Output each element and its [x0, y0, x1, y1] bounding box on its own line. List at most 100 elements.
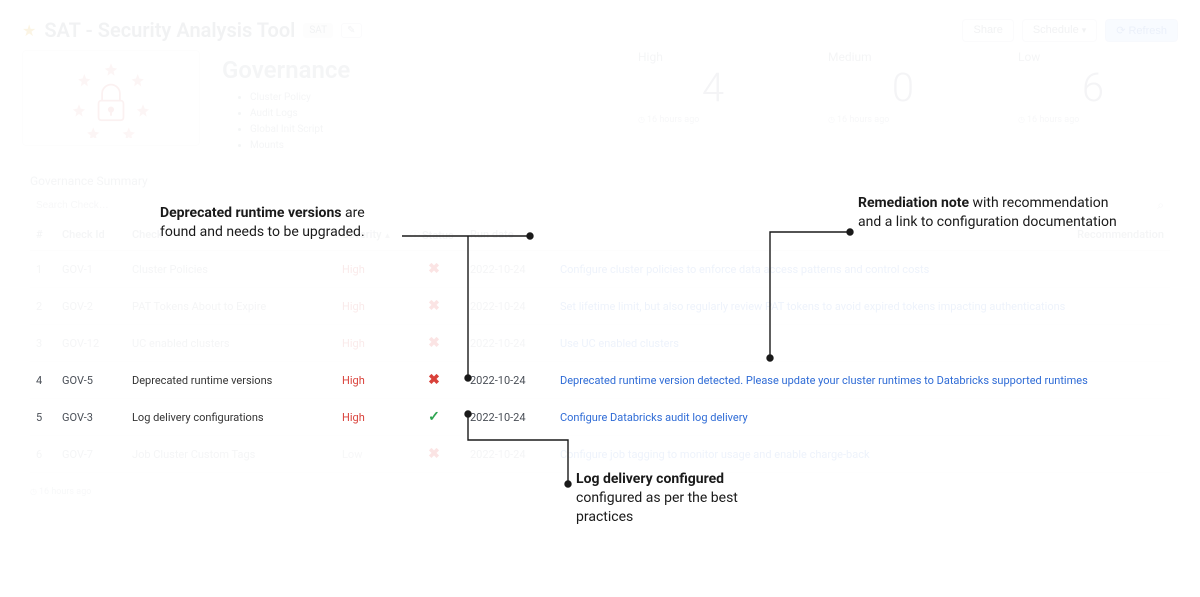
table-row[interactable]: 1GOV-1Cluster PoliciesHigh✖2022-10-24Con…	[30, 251, 1170, 288]
header-actions: Share Schedule▾ ⟳Refresh	[962, 19, 1178, 42]
cell-severity: High	[336, 362, 404, 399]
project-chip[interactable]: SAT	[303, 23, 333, 38]
table-row[interactable]: 2GOV-2PAT Tokens About to ExpireHigh ✖ 202…	[30, 288, 1170, 325]
cell-checkid: GOV-3	[56, 399, 126, 436]
metric-time: ◷16 hours ago	[828, 115, 978, 125]
cell-idx: 2	[30, 288, 56, 325]
governance-panel: Governance Cluster Policy Audit Logs Glo…	[210, 50, 638, 160]
governance-illustration	[22, 50, 200, 146]
cell-status: ✖	[404, 251, 464, 288]
clock-icon: ◷	[828, 115, 835, 124]
refresh-button[interactable]: ⟳Refresh	[1105, 19, 1178, 42]
gov-item: Mounts	[250, 138, 626, 154]
cell-name: PAT Tokens About to Expire	[126, 288, 336, 325]
col-status[interactable]: ⓘStatus	[404, 219, 464, 251]
section-title: Governance Summary	[0, 160, 1200, 192]
cell-recommendation[interactable]: Use UC enabled clusters	[554, 325, 1170, 362]
governance-table: # Check Id Check Severity▲ ⓘStatus Run d…	[30, 219, 1170, 473]
table-row[interactable]: 3GOV-12UC enabled clustersHigh ✖ 2022-10-2…	[30, 325, 1170, 362]
col-checkid[interactable]: Check Id	[56, 219, 126, 251]
metric-label: Medium	[828, 50, 978, 64]
header: ★ SAT - Security Analysis Tool SAT ✎ Sha…	[0, 0, 1200, 50]
x-icon: ✖	[428, 335, 440, 351]
metric-medium: Medium 0 ◷16 hours ago	[828, 50, 978, 160]
cell-name: Job Cluster Custom Tags	[126, 436, 336, 473]
cell-severity: High	[336, 325, 404, 362]
col-rundate[interactable]: Run date	[464, 219, 554, 251]
metric-value: 6	[1018, 64, 1168, 111]
gov-item: Global Init Script	[250, 122, 626, 138]
share-button[interactable]: Share	[962, 19, 1013, 42]
cell-status: ✓	[404, 399, 464, 436]
table-row[interactable]: 5GOV-3Log delivery configurationsHigh ✓ 20…	[30, 399, 1170, 436]
cell-rundate: 2022-10-24	[464, 288, 554, 325]
annotation-deprecated: Deprecated runtime versions are found an…	[160, 204, 380, 242]
cell-rundate: 2022-10-24	[464, 325, 554, 362]
cell-name: UC enabled clusters	[126, 325, 336, 362]
metric-label: Low	[1018, 50, 1168, 64]
search-icon[interactable]: ⌕	[1157, 198, 1164, 213]
chevron-down-icon: ▾	[1082, 25, 1087, 35]
cell-severity: High	[336, 399, 404, 436]
info-icon: ⓘ	[410, 231, 420, 242]
cell-checkid: GOV-1	[56, 251, 126, 288]
cell-severity: Low	[336, 436, 404, 473]
cell-idx: 4	[30, 362, 56, 399]
cell-rundate: 2022-10-24	[464, 251, 554, 288]
metric-value: 0	[828, 64, 978, 111]
table-row[interactable]: 6GOV-7Job Cluster Custom TagsLow ✖ 2022-10…	[30, 436, 1170, 473]
gov-item: Audit Logs	[250, 106, 626, 122]
metric-time: ◷16 hours ago	[638, 115, 788, 125]
top-panels: Governance Cluster Policy Audit Logs Glo…	[0, 50, 1200, 160]
x-icon: ✖	[428, 298, 440, 314]
clock-icon: ◷	[638, 115, 645, 124]
cell-idx: 1	[30, 251, 56, 288]
metric-time: ◷16 hours ago	[1018, 115, 1168, 125]
check-icon: ✓	[428, 409, 440, 425]
cell-recommendation[interactable]: Configure job tagging to monitor usage a…	[554, 436, 1170, 473]
annotation-log-delivery: Log delivery configured configured as pe…	[576, 470, 776, 527]
title-wrap: ★ SAT - Security Analysis Tool SAT ✎	[22, 18, 362, 42]
refresh-icon: ⟳	[1116, 24, 1125, 37]
clock-icon: ◷	[30, 487, 37, 496]
schedule-button[interactable]: Schedule▾	[1022, 19, 1097, 42]
cell-rundate: 2022-10-24	[464, 436, 554, 473]
col-idx[interactable]: #	[30, 219, 56, 251]
cell-checkid: GOV-7	[56, 436, 126, 473]
annotation-remediation: Remediation note with recommendation and…	[858, 194, 1118, 232]
x-icon: ✖	[428, 372, 440, 388]
metric-high: High 4 ◷16 hours ago	[638, 50, 788, 160]
metric-value: 4	[638, 64, 788, 111]
cell-status: ✖	[404, 436, 464, 473]
edit-icon[interactable]: ✎	[341, 23, 361, 38]
clock-icon: ◷	[1018, 115, 1025, 124]
cell-checkid: GOV-12	[56, 325, 126, 362]
x-icon: ✖	[428, 446, 440, 462]
governance-list: Cluster Policy Audit Logs Global Init Sc…	[250, 90, 626, 154]
cell-rundate: 2022-10-24	[464, 362, 554, 399]
cell-name: Cluster Policies	[126, 251, 336, 288]
cell-severity: High	[336, 288, 404, 325]
table-row[interactable]: 4GOV-5Deprecated runtime versionsHigh ✖ 20…	[30, 362, 1170, 399]
metrics-row: High 4 ◷16 hours ago Medium 0 ◷16 hours …	[638, 50, 1178, 160]
star-icon[interactable]: ★	[22, 21, 36, 40]
cell-recommendation[interactable]: Deprecated runtime version detected. Ple…	[554, 362, 1170, 399]
cell-name: Deprecated runtime versions	[126, 362, 336, 399]
cell-name: Log delivery configurations	[126, 399, 336, 436]
cell-status: ✖	[404, 288, 464, 325]
cell-idx: 6	[30, 436, 56, 473]
cell-recommendation[interactable]: Set lifetime limit, but also regularly r…	[554, 288, 1170, 325]
cell-checkid: GOV-2	[56, 288, 126, 325]
cell-recommendation[interactable]: Configure cluster policies to enforce da…	[554, 251, 1170, 288]
cell-idx: 3	[30, 325, 56, 362]
cell-recommendation[interactable]: Configure Databricks audit log delivery	[554, 399, 1170, 436]
cell-rundate: 2022-10-24	[464, 399, 554, 436]
shield-lock-icon	[66, 58, 156, 138]
cell-checkid: GOV-5	[56, 362, 126, 399]
metric-label: High	[638, 50, 788, 64]
cell-idx: 5	[30, 399, 56, 436]
x-icon: ✖	[428, 261, 440, 277]
cell-status: ✖	[404, 362, 464, 399]
governance-title: Governance	[222, 56, 626, 84]
metric-low: Low 6 ◷16 hours ago	[1018, 50, 1168, 160]
